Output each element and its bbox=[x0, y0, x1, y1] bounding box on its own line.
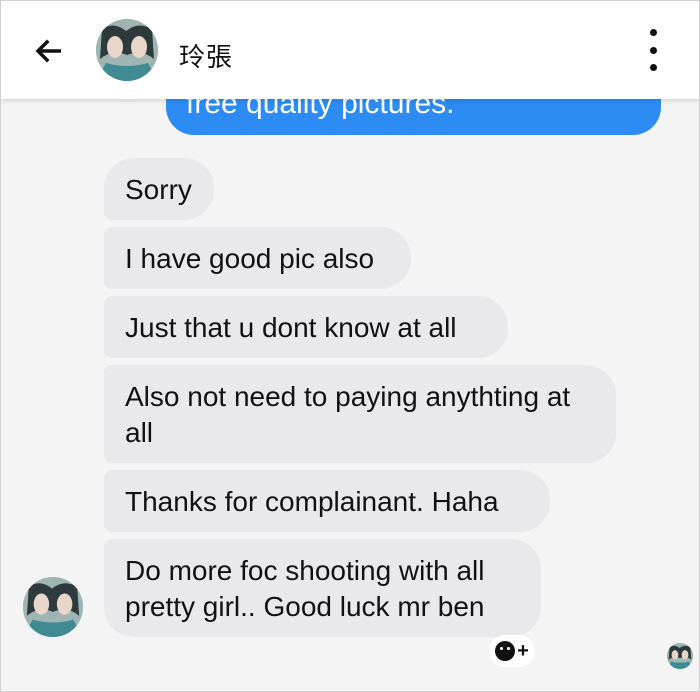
incoming-message-bubble[interactable]: Just that u dont know at all bbox=[104, 296, 508, 358]
incoming-message-bubble[interactable]: Sorry bbox=[104, 158, 214, 220]
more-options-button[interactable] bbox=[641, 29, 665, 71]
incoming-message-bubble[interactable]: Do more foc shooting with all pretty gir… bbox=[104, 539, 541, 637]
add-reaction-icon bbox=[495, 641, 516, 661]
add-reaction-button[interactable]: + bbox=[489, 635, 535, 667]
more-vertical-icon-dot bbox=[649, 64, 657, 71]
more-vertical-icon-dot bbox=[649, 46, 657, 54]
incoming-message-bubble[interactable]: Also not need to paying anythting at all bbox=[104, 365, 616, 463]
contact-avatar[interactable] bbox=[96, 19, 158, 81]
sender-avatar[interactable] bbox=[23, 577, 83, 637]
back-button[interactable] bbox=[29, 31, 69, 71]
arrow-left-icon bbox=[35, 39, 61, 63]
chat-header: 玲張 bbox=[1, 1, 699, 99]
incoming-message-bubble[interactable]: Thanks for complainant. Haha bbox=[104, 470, 550, 532]
reaction-plus: + bbox=[517, 640, 529, 662]
chat-screen: free quality pictures. 玲張 Sorry I have g… bbox=[0, 0, 700, 692]
seen-receipt-avatar bbox=[667, 643, 693, 669]
incoming-message-bubble[interactable]: I have good pic also bbox=[104, 227, 411, 289]
more-vertical-icon bbox=[649, 29, 657, 36]
contact-name[interactable]: 玲張 bbox=[179, 37, 233, 74]
